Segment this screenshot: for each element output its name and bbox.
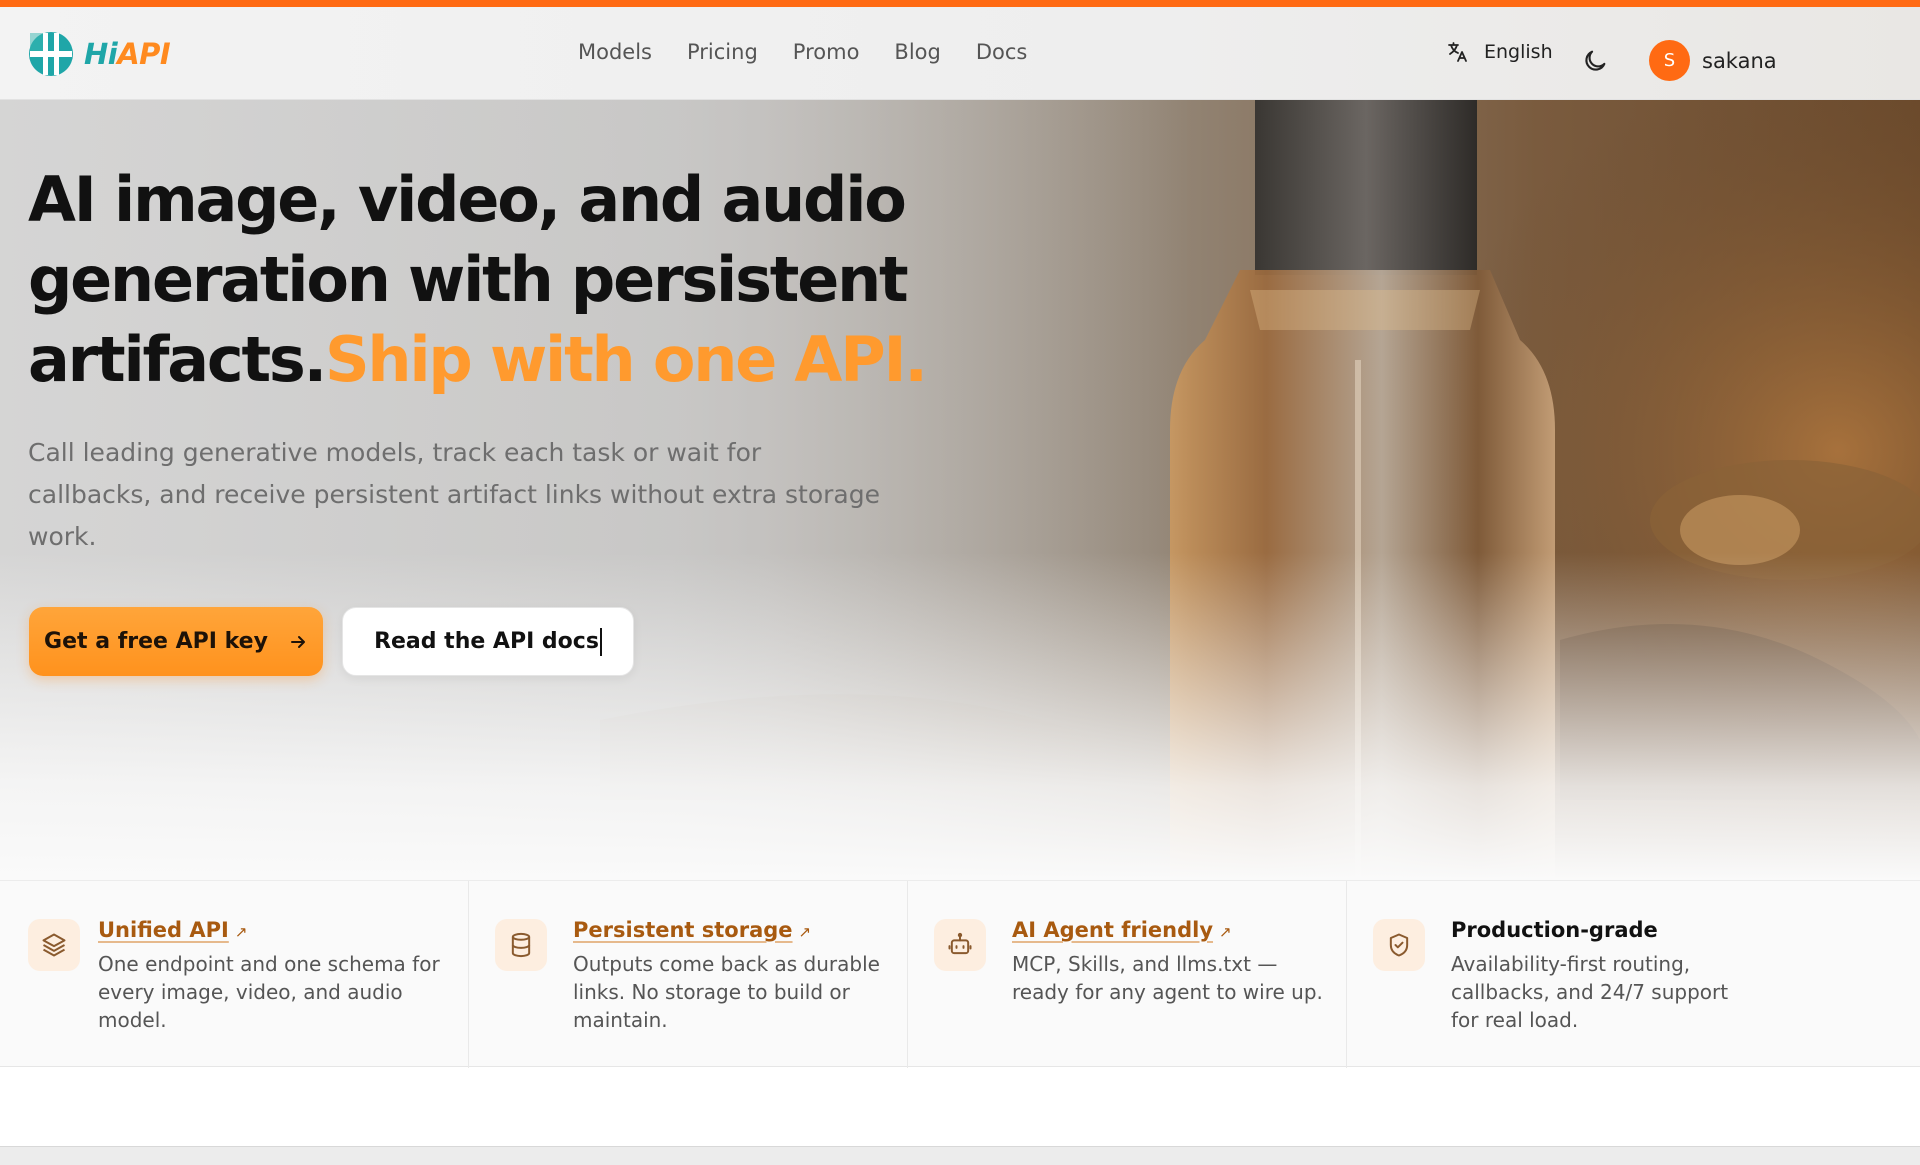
feature-desc-line: model. bbox=[98, 1008, 167, 1032]
feature-ai-agent-friendly: AI Agent friendly ↗ MCP, Skills, and llms… bbox=[908, 881, 1347, 1068]
logo-text: HiAPI bbox=[84, 37, 171, 71]
feature-desc-line: MCP, Skills, and llms.txt — bbox=[1012, 952, 1278, 976]
database-icon bbox=[495, 919, 547, 971]
feature-title-text: AI Agent friendly bbox=[1012, 918, 1214, 942]
logo[interactable]: HiAPI bbox=[28, 31, 171, 77]
feature-desc-line: for real load. bbox=[1451, 1008, 1579, 1032]
feature-desc: One endpoint and one schema for every im… bbox=[98, 950, 440, 1034]
feature-title-production-grade: Production-grade bbox=[1451, 918, 1658, 942]
nav-models[interactable]: Models bbox=[578, 40, 652, 64]
external-link-icon: ↗ bbox=[234, 923, 248, 941]
hero-subtitle-line-3: work. bbox=[28, 522, 97, 551]
user-menu[interactable]: S sakana bbox=[1649, 40, 1777, 81]
get-api-key-label: Get a free API key bbox=[44, 629, 268, 654]
feature-desc-line: every image, video, and audio bbox=[98, 980, 403, 1004]
feature-desc-line: One endpoint and one schema for bbox=[98, 952, 440, 976]
hero-section: AI image, video, and audio generation wi… bbox=[0, 100, 1920, 880]
read-docs-text: Read the API docs bbox=[374, 628, 599, 654]
feature-desc: Outputs come back as durable links. No s… bbox=[573, 950, 880, 1034]
translate-icon bbox=[1448, 42, 1467, 62]
get-api-key-button[interactable]: Get a free API key bbox=[29, 607, 323, 676]
layers-icon bbox=[28, 919, 80, 971]
feature-desc-line: links. No storage to build or bbox=[573, 980, 850, 1004]
main-nav: Models Pricing Promo Blog Docs bbox=[578, 40, 1027, 64]
nav-pricing[interactable]: Pricing bbox=[687, 40, 758, 64]
read-docs-label: Read the API docs bbox=[374, 627, 602, 656]
moon-icon[interactable] bbox=[1581, 47, 1609, 75]
features-strip: Unified API ↗ One endpoint and one schema… bbox=[0, 880, 1920, 1068]
language-label: English bbox=[1484, 41, 1553, 63]
hero-subtitle-line-1: Call leading generative models, track ea… bbox=[28, 438, 762, 467]
feature-desc-line: ready for any agent to wire up. bbox=[1012, 980, 1323, 1004]
hero-title-line-1: AI image, video, and audio bbox=[28, 163, 907, 236]
feature-persistent-storage: Persistent storage ↗ Outputs come back as… bbox=[469, 881, 908, 1068]
feature-desc-line: Availability-first routing, bbox=[1451, 952, 1691, 976]
feature-title-text: Persistent storage bbox=[573, 918, 793, 942]
hiapi-logo-icon bbox=[29, 32, 73, 76]
feature-desc: Availability-first routing, callbacks, a… bbox=[1451, 950, 1728, 1034]
nav-docs[interactable]: Docs bbox=[976, 40, 1028, 64]
hero-title-line-3: artifacts. bbox=[28, 323, 327, 396]
top-accent-bar bbox=[0, 0, 1920, 7]
robot-icon bbox=[934, 919, 986, 971]
avatar: S bbox=[1649, 40, 1690, 81]
feature-title-persistent-storage[interactable]: Persistent storage ↗ bbox=[573, 918, 811, 942]
feature-desc-line: callbacks, and 24/7 support bbox=[1451, 980, 1729, 1004]
hero-subtitle-line-2: callbacks, and receive persistent artifa… bbox=[28, 480, 881, 509]
feature-production-grade: Production-grade Availability-first rout… bbox=[1347, 881, 1920, 1068]
external-link-icon: ↗ bbox=[798, 923, 812, 941]
hero-title-line-2: generation with persistent bbox=[28, 243, 909, 316]
text-cursor bbox=[599, 627, 602, 656]
feature-desc: MCP, Skills, and llms.txt — ready for an… bbox=[1012, 950, 1323, 1006]
bottom-scroll-strip bbox=[0, 1146, 1920, 1165]
feature-title-ai-agent-friendly[interactable]: AI Agent friendly ↗ bbox=[1012, 918, 1232, 942]
shield-check-icon bbox=[1373, 919, 1425, 971]
external-link-icon: ↗ bbox=[1219, 923, 1232, 941]
read-docs-button[interactable]: Read the API docs bbox=[342, 607, 634, 676]
nav-promo[interactable]: Promo bbox=[793, 40, 860, 64]
feature-title-text: Unified API bbox=[98, 918, 229, 942]
hero-title: AI image, video, and audio generation wi… bbox=[28, 160, 928, 400]
hero-title-highlight: Ship with one API. bbox=[324, 323, 928, 396]
nav-blog[interactable]: Blog bbox=[894, 40, 940, 64]
arrow-right-icon bbox=[290, 635, 305, 648]
feature-unified-api: Unified API ↗ One endpoint and one schema… bbox=[0, 881, 469, 1068]
feature-desc-line: maintain. bbox=[573, 1008, 668, 1032]
hero-subtitle: Call leading generative models, track ea… bbox=[28, 432, 888, 558]
username: sakana bbox=[1702, 48, 1777, 73]
site-header: HiAPI Models Pricing Promo Blog Docs Eng… bbox=[0, 7, 1920, 100]
language-switcher[interactable]: English bbox=[1446, 40, 1553, 64]
feature-desc-line: Outputs come back as durable bbox=[573, 952, 880, 976]
feature-title-text: Production-grade bbox=[1451, 918, 1658, 942]
feature-title-unified-api[interactable]: Unified API ↗ bbox=[98, 918, 247, 942]
logo-text-api: API bbox=[117, 37, 171, 71]
logo-text-hi: Hi bbox=[84, 37, 118, 71]
